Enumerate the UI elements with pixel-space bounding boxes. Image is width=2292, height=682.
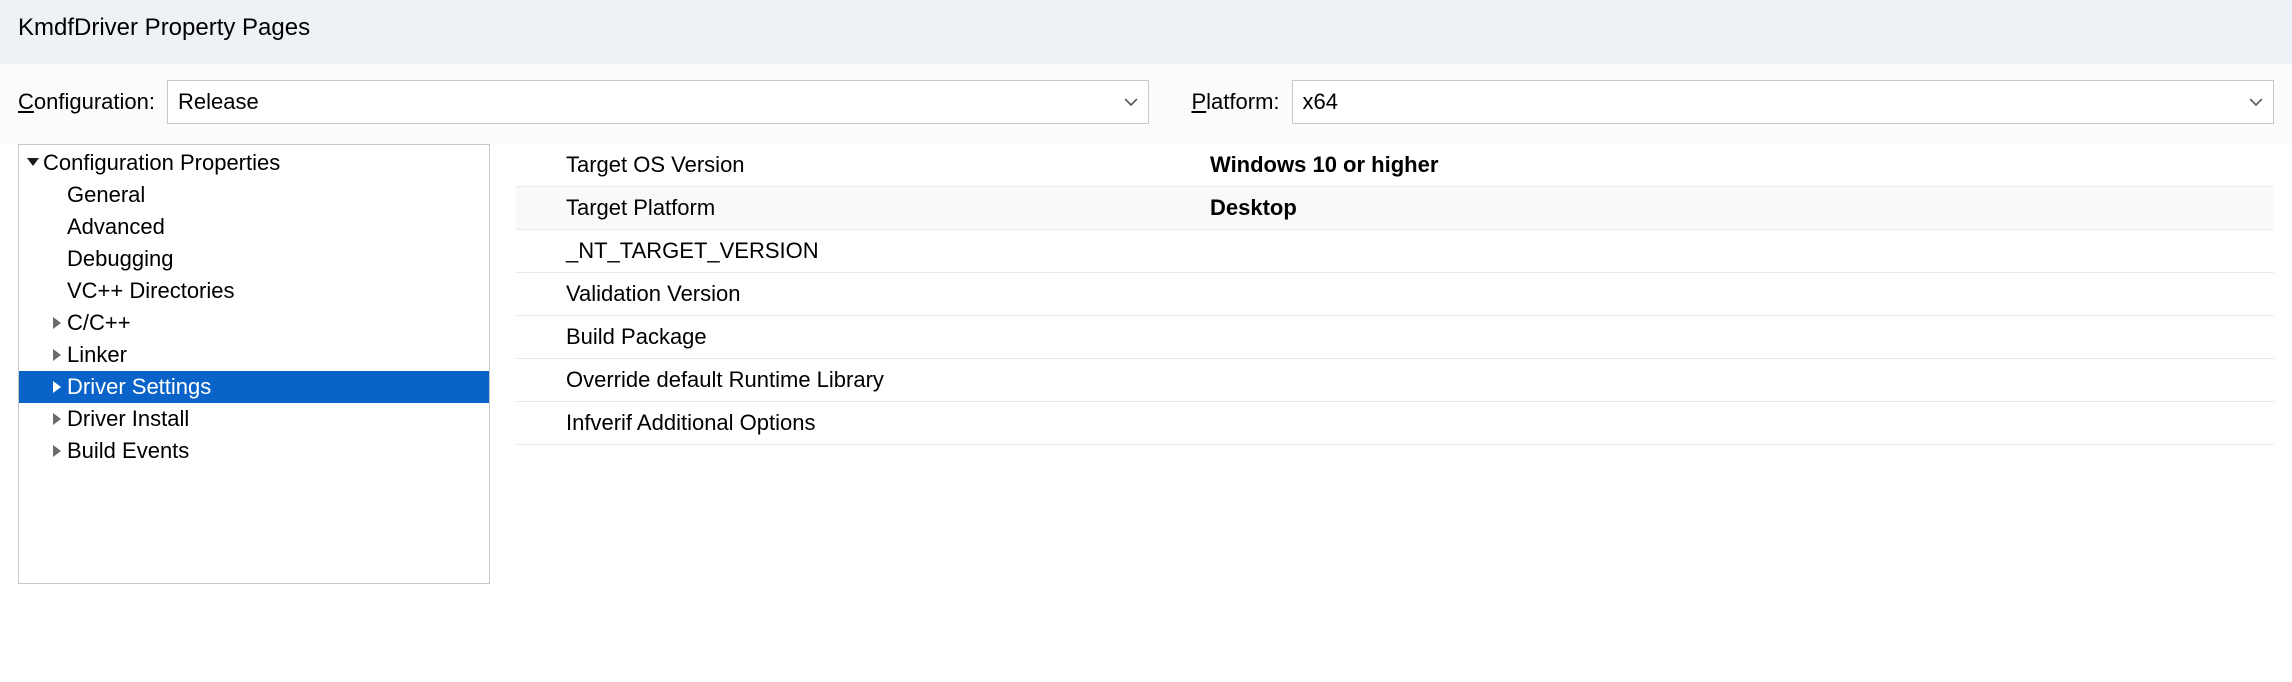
- property-row[interactable]: Target PlatformDesktop: [516, 187, 2274, 230]
- tree-item-label: Driver Install: [67, 406, 189, 432]
- property-label: _NT_TARGET_VERSION: [516, 238, 1206, 264]
- property-row[interactable]: _NT_TARGET_VERSION: [516, 230, 2274, 273]
- tree-item-advanced[interactable]: Advanced: [19, 211, 489, 243]
- property-label: Validation Version: [516, 281, 1206, 307]
- platform-label: Platform:: [1191, 89, 1279, 115]
- configuration-label: Configuration:: [18, 89, 155, 115]
- tree-item-label: VC++ Directories: [67, 278, 235, 304]
- platform-dropdown[interactable]: x64: [1292, 80, 2274, 124]
- property-label: Build Package: [516, 324, 1206, 350]
- tree-item-general[interactable]: General: [19, 179, 489, 211]
- tree-item-vc-directories[interactable]: VC++ Directories: [19, 275, 489, 307]
- property-label: Target Platform: [516, 195, 1206, 221]
- property-row[interactable]: Build Package: [516, 316, 2274, 359]
- property-grid: Target OS VersionWindows 10 or higherTar…: [516, 144, 2274, 584]
- tree-item-c-c-[interactable]: C/C++: [19, 307, 489, 339]
- property-label: Infverif Additional Options: [516, 410, 1206, 436]
- configuration-dropdown[interactable]: Release: [167, 80, 1149, 124]
- chevron-down-icon: [2249, 95, 2263, 109]
- tree-item-label: Linker: [67, 342, 127, 368]
- tree-root[interactable]: Configuration Properties: [19, 147, 489, 179]
- platform-value: x64: [1303, 89, 1338, 115]
- property-tree[interactable]: Configuration Properties General Advanced D…: [18, 144, 490, 584]
- tree-item-label: C/C++: [67, 310, 131, 336]
- tree-item-linker[interactable]: Linker: [19, 339, 489, 371]
- collapse-icon[interactable]: [23, 159, 43, 167]
- tree-item-driver-install[interactable]: Driver Install: [19, 403, 489, 435]
- configuration-value: Release: [178, 89, 259, 115]
- tree-item-label: Configuration Properties: [43, 150, 280, 176]
- property-value[interactable]: Desktop: [1206, 195, 2274, 221]
- tree-item-debugging[interactable]: Debugging: [19, 243, 489, 275]
- tree-item-label: Build Events: [67, 438, 189, 464]
- window-title: KmdfDriver Property Pages: [0, 0, 2292, 64]
- tree-item-label: Advanced: [67, 214, 165, 240]
- property-label: Override default Runtime Library: [516, 367, 1206, 393]
- chevron-down-icon: [1124, 95, 1138, 109]
- property-row[interactable]: Target OS VersionWindows 10 or higher: [516, 144, 2274, 187]
- property-row[interactable]: Validation Version: [516, 273, 2274, 316]
- config-toolbar: Configuration: Release Platform: x64: [0, 64, 2292, 144]
- property-value[interactable]: Windows 10 or higher: [1206, 152, 2274, 178]
- tree-item-label: Driver Settings: [67, 374, 211, 400]
- property-label: Target OS Version: [516, 152, 1206, 178]
- expand-icon[interactable]: [47, 317, 67, 329]
- tree-item-build-events[interactable]: Build Events: [19, 435, 489, 467]
- expand-icon[interactable]: [47, 349, 67, 361]
- property-row[interactable]: Infverif Additional Options: [516, 402, 2274, 445]
- property-row[interactable]: Override default Runtime Library: [516, 359, 2274, 402]
- expand-icon[interactable]: [47, 413, 67, 425]
- tree-item-label: General: [67, 182, 145, 208]
- tree-item-label: Debugging: [67, 246, 173, 272]
- tree-item-driver-settings[interactable]: Driver Settings: [19, 371, 489, 403]
- expand-icon[interactable]: [47, 381, 67, 393]
- expand-icon[interactable]: [47, 445, 67, 457]
